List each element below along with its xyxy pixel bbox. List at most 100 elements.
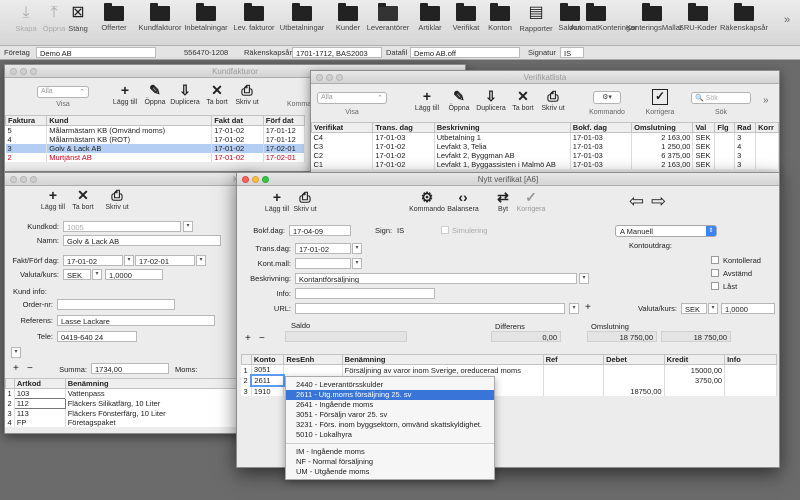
bokf-input[interactable]: 17-04-09 [289, 225, 351, 236]
toolbar-automatkonteringar-button[interactable]: AutomatKonteringar [570, 3, 637, 32]
arrow-right-icon[interactable]: ⇨ [651, 191, 666, 212]
account-option[interactable]: 2641 - Ingående moms [286, 400, 494, 410]
url-input[interactable] [295, 303, 565, 314]
minimize-icon[interactable] [20, 176, 27, 183]
kurs-input[interactable]: 1,0000 [105, 269, 163, 280]
forf-date-input[interactable]: 17-02-01 [135, 255, 195, 266]
account-option[interactable]: 2440 - Leverantörsskulder [286, 380, 494, 390]
remove-row-icon[interactable]: − [27, 363, 33, 374]
toolbar-inbetalningar-button[interactable]: Inbetalningar [180, 3, 232, 32]
fakt-date-input[interactable]: 17-01-02 [63, 255, 123, 266]
table-row[interactable]: 3 Golv & Lack AB 17-01-02 17-02-01 [5, 144, 306, 153]
table-row[interactable]: C4 17-01-03 Utbetalning 1 17-01-03 2 163,00 S… [311, 132, 779, 142]
toolbar-konteringsmallar-button[interactable]: KonteringsMallar [626, 3, 682, 32]
arrow-left-icon[interactable]: ⇦ [629, 191, 644, 212]
tool-balansera-button[interactable]: ‹› Balansera [443, 189, 483, 213]
column-header[interactable]: Debet [603, 354, 665, 365]
column-header[interactable]: Faktura [5, 115, 48, 126]
simulering-checkbox[interactable] [441, 226, 449, 234]
column-header[interactable]: Beskrivning [433, 122, 571, 133]
table-row[interactable]: 5 Målarmästarn KB (Omvänd moms) 17-01-02 17… [5, 125, 306, 135]
tool-skriv-ut-button[interactable]: ⎙ Skriv ut [227, 82, 267, 106]
valuta-input[interactable]: SEK [681, 303, 707, 314]
chevron-down-icon[interactable]: ▾ [579, 273, 589, 284]
toolbar-utbetalningar-button[interactable]: Utbetalningar [276, 3, 328, 32]
zoom-icon[interactable] [336, 74, 343, 81]
add-row-icon[interactable]: + [13, 363, 19, 374]
chevron-down-icon[interactable]: ▾ [124, 255, 134, 266]
chevron-down-icon[interactable]: ▾ [11, 347, 21, 358]
column-header[interactable]: Kund [46, 115, 213, 126]
column-header[interactable]: Förf dat [262, 115, 306, 126]
column-header[interactable]: Fakt dat [211, 115, 264, 126]
chevron-down-icon[interactable]: ▾ [183, 221, 193, 232]
kommando-button[interactable]: ⚙▾ [593, 91, 621, 104]
column-header[interactable]: Artkod [13, 378, 66, 389]
korrigera-icon[interactable]: ✓ [652, 89, 668, 105]
order-input[interactable] [57, 299, 175, 310]
column-header[interactable]: Konto [250, 354, 285, 365]
column-header[interactable]: Info [724, 354, 777, 365]
referens-input[interactable]: Lasse Lackare [57, 315, 215, 326]
namn-input[interactable]: Golv & Lack AB [63, 235, 221, 246]
minimize-icon[interactable] [252, 176, 259, 183]
column-header[interactable]: Val [692, 122, 716, 133]
toolbar-offerter-button[interactable]: Offerter [88, 3, 140, 32]
chevron-down-icon[interactable]: ▾ [569, 303, 579, 314]
column-header[interactable]: ResEnh [283, 354, 343, 365]
column-header[interactable]: Korr [755, 122, 779, 133]
filter-select[interactable]: Alla ⌃ [37, 86, 89, 98]
last-checkbox[interactable] [711, 282, 719, 290]
overflow-icon[interactable]: » [784, 14, 790, 26]
filter-select[interactable]: Alla ⌃ [317, 92, 387, 104]
chevron-down-icon[interactable]: ▾ [708, 303, 718, 314]
serie-select[interactable]: A Manuell ⇕ [615, 225, 717, 237]
column-header[interactable]: Rad [734, 122, 757, 133]
account-option[interactable]: 3051 - Försäljn varor 25. sv [286, 410, 494, 420]
close-icon[interactable] [10, 176, 17, 183]
account-option[interactable]: 2611 - Utg.moms försäljning 25. sv [286, 390, 494, 400]
zoom-icon[interactable] [262, 176, 269, 183]
tool-korrigera-button[interactable]: ✓ Korrigera [511, 189, 551, 213]
account-option[interactable]: 5010 - Lokalhyra [286, 430, 494, 440]
column-header[interactable]: Trans. dag [372, 122, 435, 133]
table-row[interactable]: C3 17-01-02 Levfakt 3, Telia 17-01-03 1 250,… [311, 142, 779, 151]
table-row[interactable]: 1 3051 Försäljning av varor inom Sverige, … [241, 364, 777, 375]
tool-skriv-ut-button[interactable]: ⎙ Skriv ut [285, 189, 325, 213]
kundkod-input[interactable]: 1005 [63, 221, 181, 232]
konto-input[interactable]: 2611 [250, 374, 285, 387]
table-row[interactable]: 2 112 Fläckers Silikatfärg, 10 Liter [5, 398, 253, 409]
zoom-icon[interactable] [30, 68, 37, 75]
chevron-down-icon[interactable]: ▾ [196, 255, 206, 266]
add-url-icon[interactable]: + [585, 302, 591, 313]
vat-code-option[interactable]: NF - Normal försäljning [286, 457, 494, 467]
column-header[interactable]: Benämning [341, 354, 544, 365]
remove-row-icon[interactable]: − [259, 333, 265, 344]
table-row[interactable]: 4 FP Företagspaket [5, 418, 253, 427]
kontollerad-checkbox[interactable] [711, 256, 719, 264]
mall-input[interactable] [295, 258, 351, 269]
column-header[interactable] [5, 378, 15, 389]
account-option[interactable]: 3231 - Förs. inom byggsektorn, omvänd sk… [286, 420, 494, 430]
close-icon[interactable] [316, 74, 323, 81]
toolbar-kundfakturor-button[interactable]: Kundfakturor [134, 3, 186, 32]
tool-kommando-button[interactable]: ⚙ Kommando [407, 189, 447, 213]
column-header[interactable]: Benämning [64, 378, 253, 389]
chevron-down-icon[interactable]: ▾ [352, 258, 362, 269]
vat-code-option[interactable]: IM - Ingående moms [286, 447, 494, 457]
overflow-icon[interactable]: » [763, 95, 769, 106]
close-icon[interactable] [10, 68, 17, 75]
zoom-icon[interactable] [30, 176, 37, 183]
minimize-icon[interactable] [20, 68, 27, 75]
trans-input[interactable]: 17-01-02 [295, 243, 351, 254]
tele-input[interactable]: 0419-640 24 [57, 331, 137, 342]
toolbar-rakenskapsar-button[interactable]: Räkenskapsår [718, 3, 770, 32]
tool-skriv-ut-button[interactable]: ⎙ Skriv ut [533, 88, 573, 112]
minimize-icon[interactable] [326, 74, 333, 81]
toolbar-sru-koder-button[interactable]: SRU-Koder [672, 3, 724, 32]
valuta-input[interactable]: SEK [63, 269, 91, 280]
avstamd-checkbox[interactable] [711, 269, 719, 277]
chevron-down-icon[interactable]: ▾ [352, 243, 362, 254]
search-input[interactable]: 🔍 Sök [691, 92, 751, 104]
column-header[interactable]: Ref [542, 354, 605, 365]
